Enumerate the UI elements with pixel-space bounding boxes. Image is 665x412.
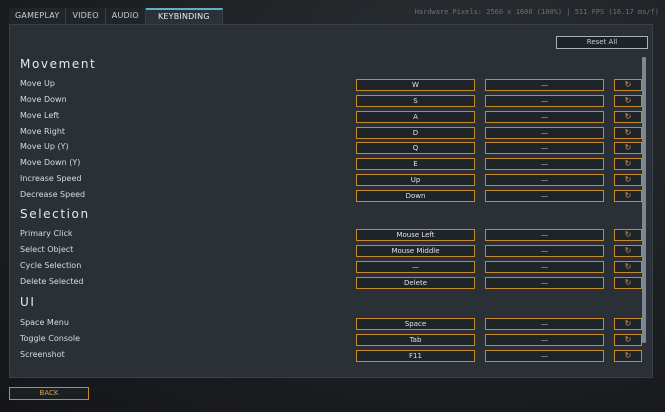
primary-key-button[interactable]: D bbox=[356, 127, 475, 139]
reset-icon: ↻ bbox=[624, 143, 632, 152]
primary-key-button[interactable]: Tab bbox=[356, 334, 475, 346]
keybind-label: Decrease Speed bbox=[20, 190, 86, 199]
section-title: Selection bbox=[20, 207, 90, 221]
keybinding-panel: Reset All Movement Move Up W — ↻ Move Down S — ↻… bbox=[9, 24, 653, 378]
secondary-key-button[interactable]: — bbox=[485, 174, 604, 186]
secondary-key-button[interactable]: — bbox=[485, 158, 604, 170]
secondary-key-button[interactable]: — bbox=[485, 190, 604, 202]
keybind-label: Move Down (Y) bbox=[20, 158, 81, 167]
reset-row-button[interactable]: ↻ bbox=[614, 142, 642, 154]
reset-all-button[interactable]: Reset All bbox=[556, 36, 648, 49]
secondary-key-button[interactable]: — bbox=[485, 261, 604, 273]
reset-row-button[interactable]: ↻ bbox=[614, 111, 642, 123]
keybind-label: Move Left bbox=[20, 111, 60, 120]
primary-key-button[interactable]: W bbox=[356, 79, 475, 91]
reset-icon: ↻ bbox=[624, 159, 632, 168]
scrollbar[interactable] bbox=[642, 57, 646, 343]
secondary-key-button[interactable]: — bbox=[485, 350, 604, 362]
keybind-label: Move Down bbox=[20, 95, 67, 104]
hardware-info: Hardware Pixels: 2560 x 1600 (100%) | 51… bbox=[414, 8, 659, 16]
tab-audio[interactable]: AUDIO bbox=[105, 8, 146, 24]
secondary-key-button[interactable]: — bbox=[485, 334, 604, 346]
reset-row-button[interactable]: ↻ bbox=[614, 95, 642, 107]
keybind-label: Primary Click bbox=[20, 229, 73, 238]
reset-icon: ↻ bbox=[624, 80, 632, 89]
reset-icon: ↻ bbox=[624, 262, 632, 271]
primary-key-button[interactable]: S bbox=[356, 95, 475, 107]
tab-gameplay[interactable]: GAMEPLAY bbox=[9, 8, 67, 24]
keybind-label: Delete Selected bbox=[20, 277, 84, 286]
tab-video[interactable]: VIDEO bbox=[66, 8, 106, 24]
reset-icon: ↻ bbox=[624, 191, 632, 200]
primary-key-button[interactable]: Mouse Left bbox=[356, 229, 475, 241]
reset-icon: ↻ bbox=[624, 351, 632, 360]
reset-icon: ↻ bbox=[624, 319, 632, 328]
primary-key-button[interactable]: Up bbox=[356, 174, 475, 186]
reset-icon: ↻ bbox=[624, 230, 632, 239]
secondary-key-button[interactable]: — bbox=[485, 245, 604, 257]
secondary-key-button[interactable]: — bbox=[485, 111, 604, 123]
primary-key-button[interactable]: Q bbox=[356, 142, 475, 154]
keybind-label: Increase Speed bbox=[20, 174, 82, 183]
reset-icon: ↻ bbox=[624, 96, 632, 105]
reset-row-button[interactable]: ↻ bbox=[614, 158, 642, 170]
reset-row-button[interactable]: ↻ bbox=[614, 229, 642, 241]
reset-row-button[interactable]: ↻ bbox=[614, 245, 642, 257]
reset-row-button[interactable]: ↻ bbox=[614, 174, 642, 186]
reset-icon: ↻ bbox=[624, 128, 632, 137]
tab-keybinding[interactable]: KEYBINDING bbox=[145, 8, 223, 24]
reset-row-button[interactable]: ↻ bbox=[614, 334, 642, 346]
keybind-label: Move Up (Y) bbox=[20, 142, 69, 151]
back-button[interactable]: BACK bbox=[9, 387, 89, 400]
secondary-key-button[interactable]: — bbox=[485, 318, 604, 330]
reset-row-button[interactable]: ↻ bbox=[614, 277, 642, 289]
secondary-key-button[interactable]: — bbox=[485, 127, 604, 139]
secondary-key-button[interactable]: — bbox=[485, 277, 604, 289]
reset-icon: ↻ bbox=[624, 246, 632, 255]
reset-icon: ↻ bbox=[624, 175, 632, 184]
primary-key-button[interactable]: Down bbox=[356, 190, 475, 202]
keybind-label: Space Menu bbox=[20, 318, 69, 327]
keybind-label: Cycle Selection bbox=[20, 261, 82, 270]
reset-row-button[interactable]: ↻ bbox=[614, 190, 642, 202]
keybind-label: Move Up bbox=[20, 79, 55, 88]
secondary-key-button[interactable]: — bbox=[485, 229, 604, 241]
primary-key-button[interactable]: A bbox=[356, 111, 475, 123]
primary-key-button[interactable]: E bbox=[356, 158, 475, 170]
reset-row-button[interactable]: ↻ bbox=[614, 261, 642, 273]
secondary-key-button[interactable]: — bbox=[485, 79, 604, 91]
reset-row-button[interactable]: ↻ bbox=[614, 79, 642, 91]
primary-key-button[interactable]: — bbox=[356, 261, 475, 273]
secondary-key-button[interactable]: — bbox=[485, 95, 604, 107]
reset-icon: ↻ bbox=[624, 335, 632, 344]
reset-row-button[interactable]: ↻ bbox=[614, 350, 642, 362]
primary-key-button[interactable]: F11 bbox=[356, 350, 475, 362]
primary-key-button[interactable]: Mouse Middle bbox=[356, 245, 475, 257]
secondary-key-button[interactable]: — bbox=[485, 142, 604, 154]
keybind-label: Toggle Console bbox=[20, 334, 81, 343]
reset-row-button[interactable]: ↻ bbox=[614, 318, 642, 330]
primary-key-button[interactable]: Space bbox=[356, 318, 475, 330]
reset-row-button[interactable]: ↻ bbox=[614, 127, 642, 139]
section-title: UI bbox=[20, 295, 36, 309]
primary-key-button[interactable]: Delete bbox=[356, 277, 475, 289]
keybind-label: Move Right bbox=[20, 127, 66, 136]
section-title: Movement bbox=[20, 57, 97, 71]
keybind-label: Screenshot bbox=[20, 350, 65, 359]
settings-tabs: GAMEPLAY VIDEO AUDIO KEYBINDING bbox=[9, 8, 223, 24]
keybind-label: Select Object bbox=[20, 245, 74, 254]
reset-icon: ↻ bbox=[624, 112, 632, 121]
reset-icon: ↻ bbox=[624, 278, 632, 287]
